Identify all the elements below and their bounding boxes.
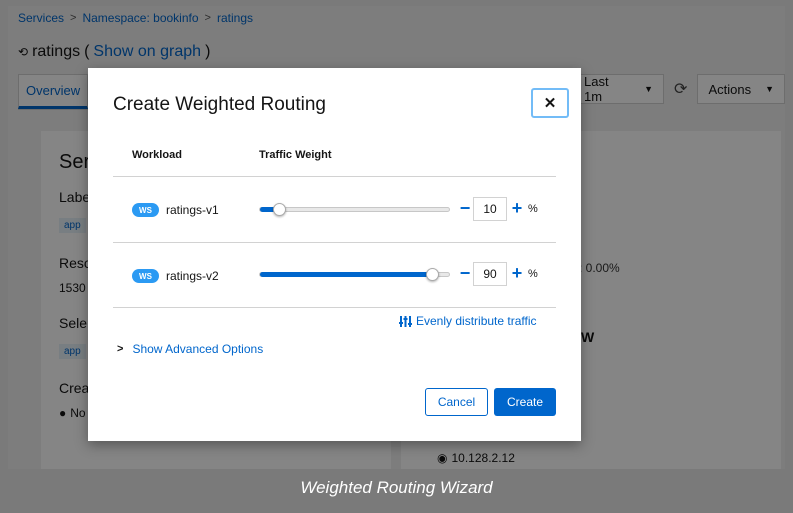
traffic-weight-slider[interactable] (259, 203, 450, 216)
decrease-weight-button[interactable]: − (457, 264, 473, 282)
workload-badge: WS (132, 269, 159, 283)
slider-thumb[interactable] (273, 203, 287, 216)
weight-input[interactable]: 90 (473, 262, 507, 286)
divider (113, 307, 556, 308)
column-header-workload: Workload (132, 149, 182, 161)
column-header-traffic-weight: Traffic Weight (259, 149, 332, 161)
slider-fill (260, 272, 432, 277)
weight-input[interactable]: 10 (473, 197, 507, 221)
divider (113, 176, 556, 177)
create-button[interactable]: Create (494, 388, 556, 416)
percent-label: % (528, 203, 538, 215)
evenly-distribute-link[interactable]: Evenly distribute traffic (399, 314, 537, 328)
workload-name: ratings-v2 (166, 269, 219, 283)
chevron-right-icon: > (117, 343, 124, 355)
workload-row: WS ratings-v1 − 10 + % (113, 178, 556, 242)
slider-thumb[interactable] (425, 268, 439, 281)
close-button[interactable]: ✕ (531, 88, 569, 118)
close-icon: ✕ (543, 95, 557, 112)
advanced-options-label: Show Advanced Options (132, 342, 264, 356)
percent-label: % (528, 268, 538, 280)
modal-title: Create Weighted Routing (113, 94, 326, 115)
evenly-distribute-label: Evenly distribute traffic (416, 314, 537, 328)
decrease-weight-button[interactable]: − (457, 199, 473, 217)
show-advanced-options-toggle[interactable]: > Show Advanced Options (117, 342, 263, 356)
increase-weight-button[interactable]: + (510, 199, 524, 217)
workload-name: ratings-v1 (166, 203, 219, 217)
workload-row: WS ratings-v2 − 90 + % (113, 243, 556, 307)
caption: Weighted Routing Wizard (300, 478, 493, 497)
workload-badge: WS (132, 203, 159, 217)
sliders-icon (399, 315, 412, 327)
increase-weight-button[interactable]: + (510, 264, 524, 282)
weighted-routing-modal: Create Weighted Routing ✕ Workload Traff… (88, 68, 581, 441)
cancel-button[interactable]: Cancel (425, 388, 488, 416)
traffic-weight-slider[interactable] (259, 268, 450, 281)
